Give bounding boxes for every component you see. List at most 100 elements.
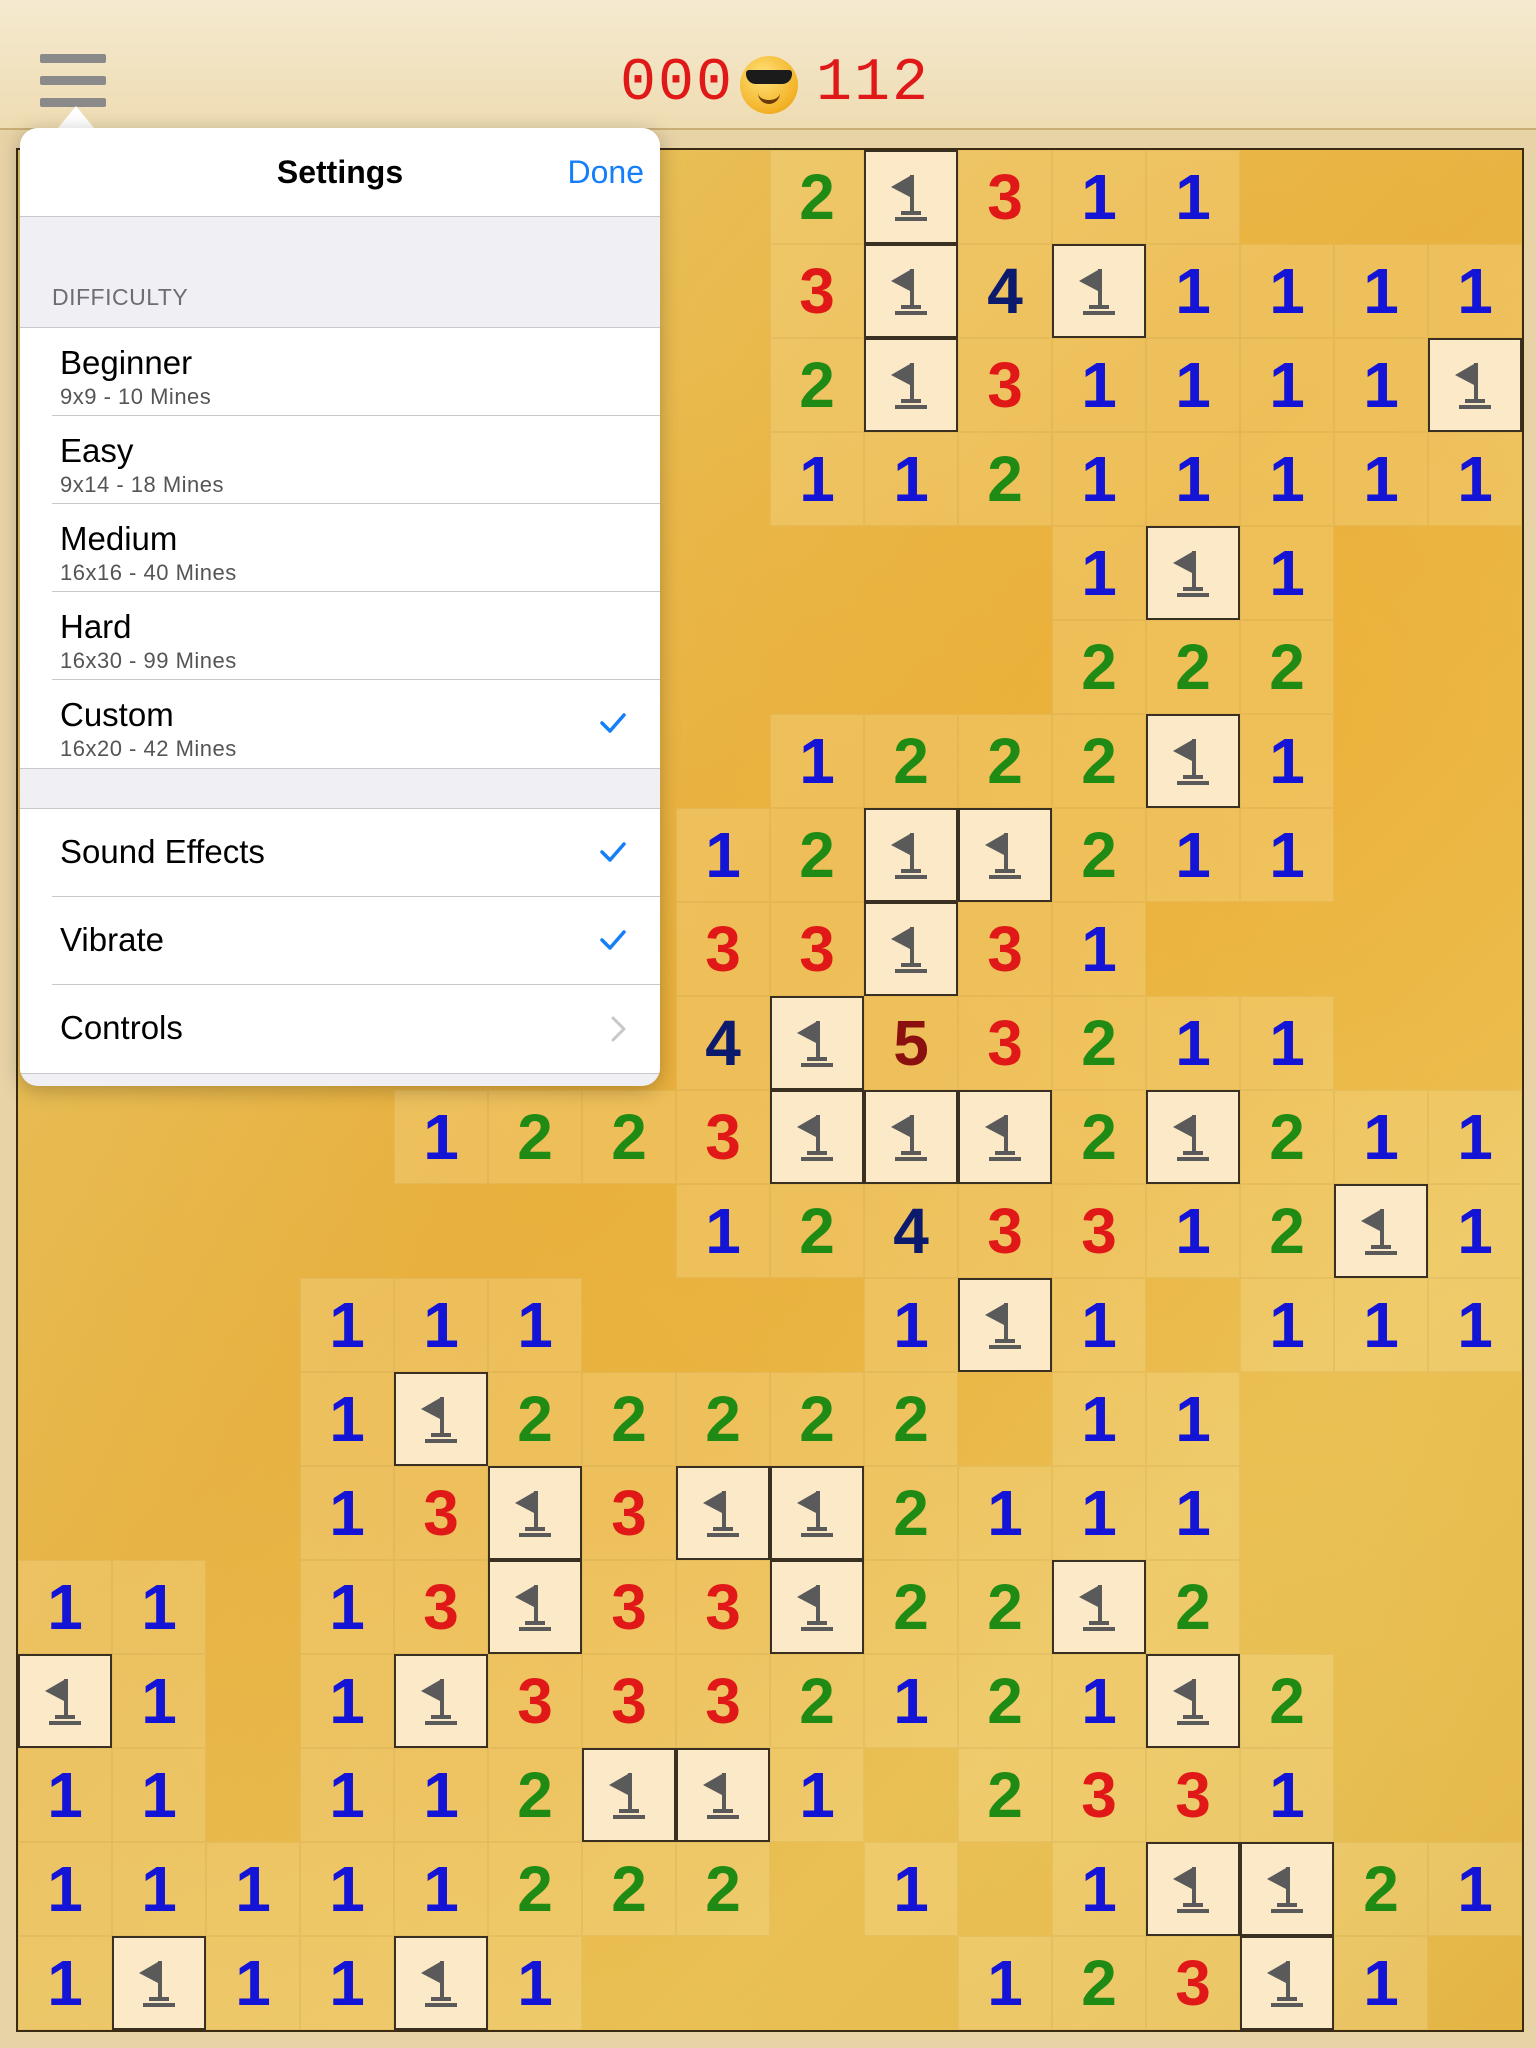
board-cell-number[interactable]: 3	[958, 996, 1052, 1090]
board-cell-number[interactable]: 1	[394, 1842, 488, 1936]
hamburger-menu-icon[interactable]	[40, 54, 106, 108]
board-cell-number[interactable]: 1	[1146, 808, 1240, 902]
board-cell-number[interactable]: 2	[864, 1560, 958, 1654]
board-cell-number[interactable]: 3	[1052, 1184, 1146, 1278]
board-cell-number[interactable]: 2	[958, 1748, 1052, 1842]
flag-icon[interactable]	[394, 1654, 488, 1748]
difficulty-option-beginner[interactable]: Beginner 9x9 - 10 Mines	[20, 328, 660, 416]
board-cell-number[interactable]: 3	[676, 902, 770, 996]
board-cell-number[interactable]: 1	[1146, 150, 1240, 244]
board-cell-number[interactable]: 2	[864, 1466, 958, 1560]
flag-icon[interactable]	[676, 1748, 770, 1842]
flag-icon[interactable]	[958, 1278, 1052, 1372]
board-cell-number[interactable]: 2	[1146, 1560, 1240, 1654]
board-cell-number[interactable]: 2	[488, 1090, 582, 1184]
difficulty-option-hard[interactable]: Hard 16x30 - 99 Mines	[20, 592, 660, 680]
board-cell-number[interactable]: 1	[18, 1560, 112, 1654]
board-cell-number[interactable]: 3	[676, 1090, 770, 1184]
board-cell-number[interactable]: 1	[1052, 432, 1146, 526]
board-cell-number[interactable]: 1	[864, 1842, 958, 1936]
board-cell-number[interactable]: 1	[1334, 1278, 1428, 1372]
board-cell-number[interactable]: 1	[394, 1278, 488, 1372]
sunglasses-smiley-icon[interactable]	[740, 56, 798, 114]
board-cell-number[interactable]: 2	[676, 1372, 770, 1466]
board-cell-number[interactable]: 1	[394, 1090, 488, 1184]
board-cell-number[interactable]: 1	[770, 714, 864, 808]
flag-icon[interactable]	[770, 1090, 864, 1184]
board-cell-number[interactable]: 1	[300, 1278, 394, 1372]
board-cell-number[interactable]: 2	[1240, 620, 1334, 714]
board-cell-number[interactable]: 1	[864, 1654, 958, 1748]
board-cell-number[interactable]: 1	[1052, 150, 1146, 244]
board-cell-number[interactable]: 1	[1146, 244, 1240, 338]
board-cell-number[interactable]: 1	[112, 1748, 206, 1842]
board-cell-number[interactable]: 1	[1052, 1842, 1146, 1936]
board-cell-number[interactable]: 2	[770, 808, 864, 902]
board-cell-number[interactable]: 1	[1334, 338, 1428, 432]
board-cell-number[interactable]: 5	[864, 996, 958, 1090]
board-cell-number[interactable]: 1	[864, 1278, 958, 1372]
board-cell-number[interactable]: 1	[112, 1842, 206, 1936]
board-cell-number[interactable]: 3	[770, 244, 864, 338]
board-cell-number[interactable]: 2	[770, 150, 864, 244]
board-cell-number[interactable]: 2	[770, 1654, 864, 1748]
board-cell-number[interactable]: 1	[958, 1466, 1052, 1560]
board-cell-number[interactable]: 3	[676, 1654, 770, 1748]
board-cell-number[interactable]: 1	[1240, 808, 1334, 902]
difficulty-option-medium[interactable]: Medium 16x16 - 40 Mines	[20, 504, 660, 592]
flag-icon[interactable]	[1146, 714, 1240, 808]
board-cell-number[interactable]: 3	[1146, 1748, 1240, 1842]
flag-icon[interactable]	[770, 996, 864, 1090]
difficulty-option-custom[interactable]: Custom 16x20 - 42 Mines	[20, 680, 660, 768]
board-cell-number[interactable]: 1	[1052, 526, 1146, 620]
board-cell-number[interactable]: 1	[1428, 244, 1522, 338]
board-cell-number[interactable]: 1	[1146, 996, 1240, 1090]
option-vibrate[interactable]: Vibrate	[20, 897, 660, 985]
flag-icon[interactable]	[394, 1372, 488, 1466]
flag-icon[interactable]	[1146, 1842, 1240, 1936]
board-cell-number[interactable]: 2	[1052, 1090, 1146, 1184]
board-cell-number[interactable]: 1	[1052, 902, 1146, 996]
board-cell-number[interactable]: 1	[1428, 1842, 1522, 1936]
board-cell-number[interactable]: 1	[1240, 526, 1334, 620]
flag-icon[interactable]	[770, 1466, 864, 1560]
flag-icon[interactable]	[18, 1654, 112, 1748]
board-cell-number[interactable]: 1	[1334, 1936, 1428, 2030]
board-cell-number[interactable]: 1	[300, 1748, 394, 1842]
flag-icon[interactable]	[864, 808, 958, 902]
board-cell-number[interactable]: 3	[958, 150, 1052, 244]
board-cell-number[interactable]: 2	[488, 1842, 582, 1936]
board-cell-number[interactable]: 1	[1240, 1748, 1334, 1842]
board-cell-number[interactable]: 1	[770, 1748, 864, 1842]
board-cell-number[interactable]: 2	[1240, 1090, 1334, 1184]
board-cell-number[interactable]: 2	[1052, 808, 1146, 902]
board-cell-number[interactable]: 3	[1052, 1748, 1146, 1842]
board-cell-number[interactable]: 1	[1334, 244, 1428, 338]
board-cell-number[interactable]: 2	[488, 1372, 582, 1466]
board-cell-number[interactable]: 1	[1428, 432, 1522, 526]
board-cell-number[interactable]: 1	[1240, 338, 1334, 432]
board-cell-number[interactable]: 1	[1240, 714, 1334, 808]
board-cell-number[interactable]: 1	[1146, 1372, 1240, 1466]
board-cell-number[interactable]: 4	[676, 996, 770, 1090]
board-cell-number[interactable]: 1	[1052, 1278, 1146, 1372]
flag-icon[interactable]	[864, 1090, 958, 1184]
board-cell-number[interactable]: 1	[1428, 1278, 1522, 1372]
board-cell-number[interactable]: 2	[958, 714, 1052, 808]
flag-icon[interactable]	[1146, 1090, 1240, 1184]
flag-icon[interactable]	[1240, 1842, 1334, 1936]
flag-icon[interactable]	[676, 1466, 770, 1560]
board-cell-number[interactable]: 1	[206, 1842, 300, 1936]
board-cell-number[interactable]: 1	[958, 1936, 1052, 2030]
board-cell-number[interactable]: 2	[1052, 1936, 1146, 2030]
board-cell-number[interactable]: 2	[864, 714, 958, 808]
flag-icon[interactable]	[1428, 338, 1522, 432]
board-cell-number[interactable]: 2	[958, 1560, 1052, 1654]
board-cell-number[interactable]: 4	[958, 244, 1052, 338]
board-cell-number[interactable]: 1	[864, 432, 958, 526]
board-cell-number[interactable]: 1	[1240, 1278, 1334, 1372]
flag-icon[interactable]	[488, 1560, 582, 1654]
board-cell-number[interactable]: 1	[676, 1184, 770, 1278]
board-cell-number[interactable]: 3	[958, 338, 1052, 432]
board-cell-number[interactable]: 2	[958, 432, 1052, 526]
